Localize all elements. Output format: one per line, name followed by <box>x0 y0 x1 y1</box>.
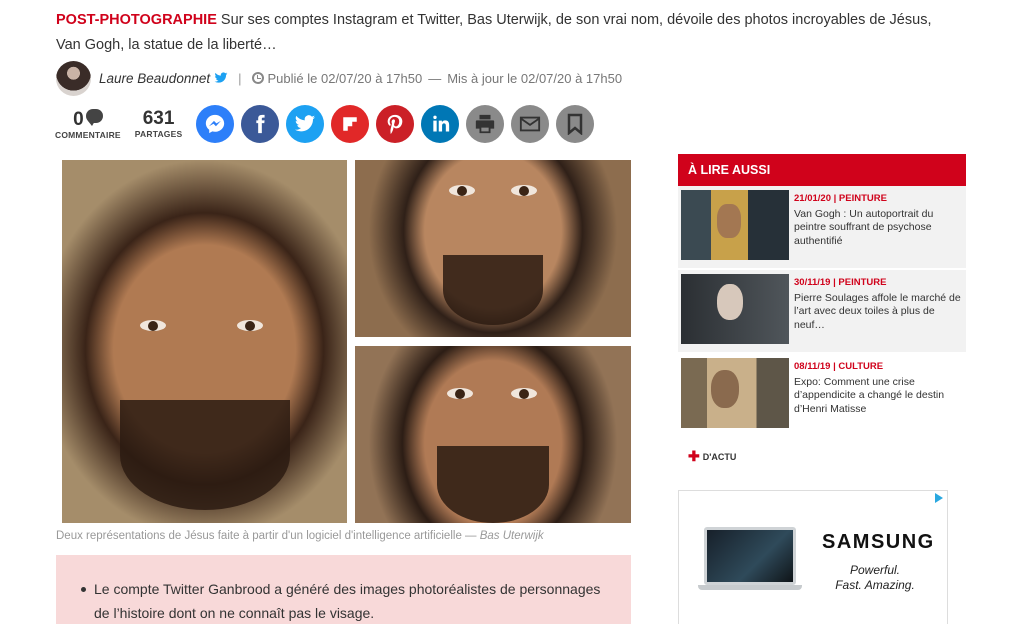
related-articles-title: À LIRE AUSSI <box>678 154 966 186</box>
more-news-link[interactable]: ✚ D'ACTU <box>678 448 966 465</box>
ad-slogan: Powerful. Fast. Amazing. <box>835 563 915 592</box>
portrait-eye <box>511 388 537 399</box>
messenger-icon <box>206 114 225 134</box>
related-article-meta: 30/11/19 | PEINTURE <box>794 277 887 288</box>
twitter-share-button[interactable] <box>286 105 325 143</box>
pinterest-share-button[interactable] <box>376 105 415 143</box>
author-avatar[interactable] <box>56 60 91 96</box>
related-article-title[interactable]: Pierre Soulages affole le marché de l’ar… <box>794 292 963 333</box>
summary-bullet: Le compte Twitter Ganbrood a généré des … <box>81 577 611 624</box>
update-date: Mis à jour le 02/07/20 à 17h50 <box>447 70 623 86</box>
laptop-base <box>698 585 802 590</box>
comment-bubble-icon <box>85 108 103 126</box>
date-dash: — <box>428 70 442 86</box>
twitter-icon <box>295 115 316 132</box>
caption-text: Deux représentations de Jésus faite à pa… <box>56 530 480 542</box>
more-news-label: D'ACTU <box>702 451 737 462</box>
related-article-title[interactable]: Van Gogh : Un autoportrait du peintre so… <box>794 208 963 249</box>
comment-label: COMMENTAIRE <box>55 129 121 140</box>
twitter-icon[interactable] <box>214 71 228 85</box>
publish-date: Publié le 02/07/20 à 17h50 <box>267 70 423 86</box>
plus-icon: ✚ <box>688 448 700 464</box>
facebook-icon <box>256 114 265 134</box>
portrait-beard <box>437 446 549 523</box>
laptop-image <box>704 527 796 585</box>
portrait-eye <box>447 388 473 399</box>
related-article-card[interactable]: 30/11/19 | PEINTURE Pierre Soulages affo… <box>678 270 966 354</box>
article-summary: Le compte Twitter Ganbrood a généré des … <box>56 555 631 624</box>
portrait-eye <box>237 320 263 331</box>
related-article-card[interactable]: 08/11/19 | CULTURE Expo: Comment une cri… <box>678 354 966 438</box>
portrait-eye <box>449 185 475 196</box>
photo-caption: Deux représentations de Jésus faite à pa… <box>56 530 544 542</box>
messenger-share-button[interactable] <box>196 105 235 143</box>
share-counter: 631 PARTAGES <box>134 108 183 140</box>
byline: Laure Beaudonnet | Publié le 02/07/20 à … <box>56 60 956 96</box>
linkedin-icon <box>433 115 450 132</box>
article-lede: POST-PHOTOGRAPHIE Sur ses comptes Instag… <box>56 8 956 58</box>
ad-choices-icon[interactable] <box>935 493 943 503</box>
facebook-share-button[interactable] <box>241 105 280 143</box>
portrait-beard <box>443 255 543 325</box>
related-articles: À LIRE AUSSI 21/01/20 | PEINTURE Van Gog… <box>678 154 966 465</box>
printer-icon <box>476 114 495 134</box>
bookmark-button[interactable] <box>556 105 595 143</box>
pinterest-icon <box>388 114 403 134</box>
photo-credit: Bas Uterwijk <box>479 530 544 542</box>
related-article-meta: 08/11/19 | CULTURE <box>794 361 884 372</box>
flipboard-share-button[interactable] <box>331 105 370 143</box>
comment-count: 0 <box>73 108 84 130</box>
email-share-button[interactable] <box>511 105 550 143</box>
related-article-thumbnail[interactable] <box>681 274 789 344</box>
portrait-eye <box>511 185 537 196</box>
print-button[interactable] <box>466 105 505 143</box>
jesus-portrait-top-right <box>355 160 631 337</box>
linkedin-share-button[interactable] <box>421 105 460 143</box>
related-article-meta: 21/01/20 | PEINTURE <box>794 193 887 204</box>
bookmark-icon <box>568 113 583 135</box>
envelope-icon <box>520 116 541 132</box>
share-bar: 0 COMMENTAIRE 631 PARTAGES <box>55 104 601 144</box>
author-name[interactable]: Laure Beaudonnet <box>99 71 210 86</box>
portrait-beard <box>120 400 290 510</box>
jesus-portrait-large <box>62 160 347 523</box>
article-photo[interactable] <box>62 160 631 523</box>
byline-separator: | <box>238 70 242 86</box>
flipboard-icon <box>343 117 358 131</box>
related-article-title[interactable]: Expo: Comment une crise d’appendicite a … <box>794 376 963 417</box>
portrait-eye <box>140 320 166 331</box>
jesus-portrait-bottom-right <box>355 346 631 523</box>
article-kicker[interactable]: POST-PHOTOGRAPHIE <box>56 12 217 28</box>
ad-brand: SAMSUNG <box>822 531 935 553</box>
share-label: PARTAGES <box>134 129 183 139</box>
share-count: 631 <box>142 108 175 129</box>
advertisement[interactable]: SAMSUNG Powerful. Fast. Amazing. <box>678 490 948 624</box>
related-article-card[interactable]: 21/01/20 | PEINTURE Van Gogh : Un autopo… <box>678 186 966 270</box>
clock-icon <box>251 72 264 84</box>
related-article-thumbnail[interactable] <box>681 358 789 428</box>
comment-counter[interactable]: 0 COMMENTAIRE <box>55 108 121 140</box>
related-article-thumbnail[interactable] <box>681 190 789 260</box>
